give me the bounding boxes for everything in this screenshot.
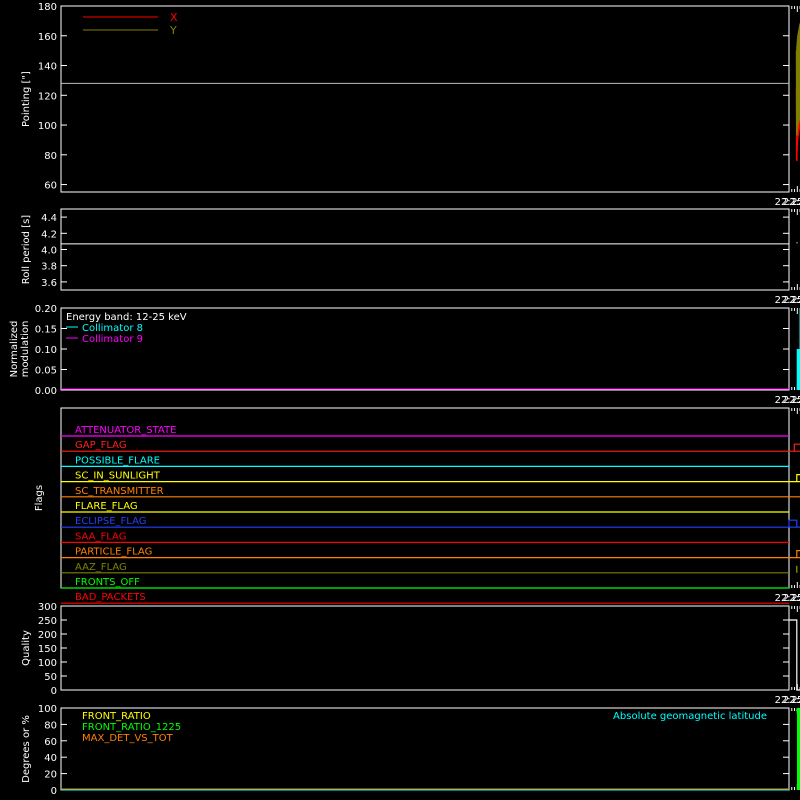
y-tick-label: 4.0: [41, 246, 57, 257]
flag-line-sc-transmitter: [61, 496, 800, 498]
series-y-line: [795, 22, 800, 136]
y-tick-label: 100: [38, 704, 57, 715]
quality-panel: 22:1522:3022:4523:0023:1523:3023:4505010…: [21, 602, 800, 706]
y-tick-label: 200: [38, 630, 57, 641]
flag-label-attenuator-state: ATTENUATOR_STATE: [75, 425, 176, 436]
flag-line-particle-flag: [61, 550, 800, 559]
geomagnetic-panel: 0 20 40 60 80 100 Degrees or % FRONT_RATIOFRONT…: [21, 704, 800, 797]
flag-line-gap-flag: [61, 443, 800, 452]
roll-period-panel: 22:1522:3022:4523:0023:1523:3023:453.63.…: [21, 208, 800, 306]
y-tick-label: 60: [44, 181, 57, 192]
legend-label-2: Collimator 9: [82, 334, 143, 345]
y-tick-label: 140: [38, 62, 57, 73]
y-tick-label: 3.6: [41, 278, 57, 289]
y-tick-label: 300: [38, 602, 57, 613]
y-axis-label: Quality: [21, 630, 32, 666]
legend-label-front-ratio: FRONT_RATIO: [82, 711, 151, 722]
y-axis-label: Degrees or %: [21, 715, 32, 783]
y-tick-label: 80: [44, 151, 57, 162]
modulation-panel: 22:1522:3022:4523:0023:1523:3023:450.000…: [9, 304, 800, 406]
legend-label-max-det-vs-tot: MAX_DET_VS_TOT: [82, 733, 174, 744]
flag-label-eclipse-flag: ECLIPSE_FLAG: [75, 516, 146, 527]
y-tick-label: 160: [38, 32, 57, 43]
flag-label-sc-in-sunlight: SC_IN_SUNLIGHT: [75, 471, 161, 482]
flag-line-sc-in-sunlight: [61, 474, 800, 483]
y-axis-label: Roll period [s]: [21, 215, 32, 284]
flag-label-sc-transmitter: SC_TRANSMITTER: [75, 486, 164, 497]
y-tick-label: 0.15: [35, 325, 57, 336]
y-tick-label: 100: [38, 121, 57, 132]
y-tick-label: 50: [44, 672, 57, 683]
y-tick-label: 80: [44, 720, 57, 731]
flag-label-saa-flag: SAA_FLAG: [75, 531, 126, 542]
legend-label-y: Y: [169, 24, 177, 37]
legend-label-0: Energy band: 12-25 keV: [66, 312, 187, 323]
legend-label-x: X: [170, 11, 178, 24]
legend-label-front-ratio-1225: FRONT_RATIO_1225: [82, 722, 181, 733]
quality-line: [789, 619, 800, 691]
flag-label-flare-flag: FLARE_FLAG: [75, 501, 138, 512]
y-tick-label: 0: [51, 786, 57, 797]
plot-frame: [60, 208, 790, 291]
y-tick-label: 180: [38, 2, 57, 13]
y-tick-label: 0.10: [35, 345, 57, 356]
flag-label-gap-flag: GAP_FLAG: [75, 440, 127, 451]
y-tick-label: 4.2: [41, 229, 57, 240]
plot-canvas: 22:1522:3022:4523:0023:1523:3023:4560801…: [9, 2, 800, 797]
plot-frame: [60, 605, 790, 691]
geomagnetic-latitude-label: Absolute geomagnetic latitude: [613, 711, 767, 722]
y-axis-label-line1: Normalized: [9, 321, 20, 378]
y-axis-label-line2: modulation: [20, 321, 31, 378]
y-axis-label: Pointing ["]: [21, 71, 32, 127]
y-tick-label: 0.20: [35, 304, 57, 315]
y-tick-label: 40: [44, 753, 57, 764]
flag-label-bad-packets: BAD_PACKETS: [75, 592, 146, 603]
y-tick-label: 0.05: [35, 366, 57, 377]
flag-label-fronts-off: FRONTS_OFF: [75, 577, 140, 588]
flag-label-possible-flare: POSSIBLE_FLARE: [75, 455, 160, 466]
y-tick-label: 0: [51, 686, 57, 697]
y-axis-label: Flags: [34, 485, 45, 511]
pointing-panel: 22:1522:3022:4523:0023:1523:3023:4560801…: [21, 2, 800, 208]
flag-label-particle-flag: PARTICLE_FLAG: [75, 547, 152, 558]
y-tick-label: 150: [38, 644, 57, 655]
y-tick-label: 250: [38, 616, 57, 627]
flag-label-aaz-flag: AAZ_FLAG: [75, 562, 127, 573]
y-tick-label: 4.4: [41, 213, 57, 224]
flag-line-eclipse-flag: [61, 519, 800, 528]
y-tick-label: 60: [44, 737, 57, 748]
flags-panel: 22:1522:3022:4523:0023:1523:3023:45Flags…: [34, 407, 800, 604]
y-tick-label: 0.00: [35, 386, 57, 397]
legend-label-1: Collimator 8: [82, 323, 143, 334]
y-tick-label: 3.8: [41, 262, 57, 273]
y-tick-label: 20: [44, 770, 57, 781]
y-tick-label: 100: [38, 658, 57, 669]
y-tick-label: 120: [38, 91, 57, 102]
